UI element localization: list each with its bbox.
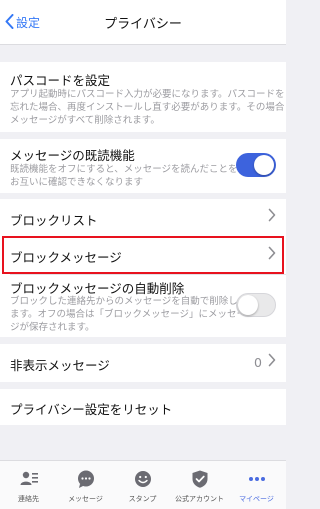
passcode-label: パスコードを設定	[10, 73, 111, 88]
tab-label: メッセージ	[68, 495, 103, 503]
read-receipts-cell: メッセージの既読機能 既読機能をオフにすると、メッセージを読んだことを お互いに…	[0, 139, 286, 193]
block-message-label: ブロックメッセージ	[10, 250, 122, 265]
read-receipts-description-line: お互いに確認できなくなります	[10, 177, 144, 188]
tab-official-accounts[interactable]: 公式アカウント	[171, 461, 228, 509]
tab-messages[interactable]: メッセージ	[57, 461, 114, 509]
auto-delete-description-line: ブロックした連絡先からのメッセージを自動で削除し	[10, 296, 238, 307]
contacts-icon	[20, 471, 38, 485]
divider	[10, 274, 286, 275]
shield-check-icon	[192, 470, 207, 488]
smiley-icon	[134, 471, 151, 487]
chevron-right-icon	[268, 353, 276, 371]
chat-bubble-icon	[77, 470, 94, 488]
tab-bar: 連絡先 メッセージ スタンプ 公式アカウント マイページ	[0, 460, 286, 509]
block-message-cell[interactable]: ブロックメッセージ	[0, 237, 286, 274]
passcode-description-line: メッセージがすべて削除されます。	[10, 115, 160, 126]
tab-stickers[interactable]: スタンプ	[114, 461, 171, 509]
reset-privacy-cell[interactable]: プライバシー設定をリセット	[0, 389, 286, 425]
back-button[interactable]: 設定	[5, 0, 40, 45]
back-label: 設定	[16, 16, 41, 30]
tab-label: マイページ	[239, 495, 274, 503]
auto-delete-description-line: ます。オフの場合は「ブロックメッセージ」にメッセー	[10, 309, 246, 320]
hidden-messages-cell[interactable]: 非表示メッセージ 0	[0, 344, 286, 382]
tab-label: 連絡先	[18, 495, 39, 503]
chevron-right-icon	[268, 246, 276, 264]
auto-delete-cell: ブロックメッセージの自動削除 ブロックした連絡先からのメッセージを自動で削除し …	[0, 274, 286, 337]
tab-label: 公式アカウント	[175, 495, 224, 503]
page-title: プライバシー	[104, 17, 182, 32]
passcode-cell[interactable]: パスコードを設定 アプリ起動時にパスコード入力が必要になります。パスコードを 忘…	[0, 62, 286, 132]
more-dots-icon	[248, 477, 265, 481]
auto-delete-description-line: ジが保存されます。	[10, 322, 95, 333]
passcode-description: アプリ起動時にパスコード入力が必要になります。パスコードを 忘れた場合、再度イン…	[10, 88, 285, 127]
block-list-cell[interactable]: ブロックリスト	[0, 199, 286, 237]
read-receipts-description-line: 既読機能をオフにすると、メッセージを読んだことを	[10, 164, 238, 175]
navigation-bar: 設定 プライバシー	[0, 0, 286, 45]
chevron-right-icon	[268, 208, 276, 226]
read-receipts-description: 既読機能をオフにすると、メッセージを読んだことを お互いに確認できなくなります	[10, 163, 238, 189]
reset-privacy-label: プライバシー設定をリセット	[10, 402, 173, 417]
auto-delete-description: ブロックした連絡先からのメッセージを自動で削除し ます。オフの場合は「ブロックメ…	[10, 295, 246, 334]
toggle-knob	[238, 295, 258, 315]
toggle-knob	[254, 155, 274, 175]
passcode-description-line: アプリ起動時にパスコード入力が必要になります。パスコードを	[10, 89, 285, 100]
auto-delete-toggle[interactable]	[236, 293, 276, 317]
tab-contacts[interactable]: 連絡先	[0, 461, 57, 509]
read-receipts-toggle[interactable]	[236, 153, 276, 177]
tab-my-page[interactable]: マイページ	[228, 461, 285, 509]
chevron-left-icon	[5, 13, 14, 32]
read-receipts-label: メッセージの既読機能	[10, 148, 135, 163]
hidden-messages-count: 0	[254, 355, 262, 370]
hidden-messages-label: 非表示メッセージ	[10, 358, 110, 373]
tab-label: スタンプ	[128, 495, 157, 503]
passcode-description-line: 忘れた場合、再度インストールし直す必要があります。その場合	[10, 102, 285, 113]
block-list-label: ブロックリスト	[10, 213, 98, 228]
